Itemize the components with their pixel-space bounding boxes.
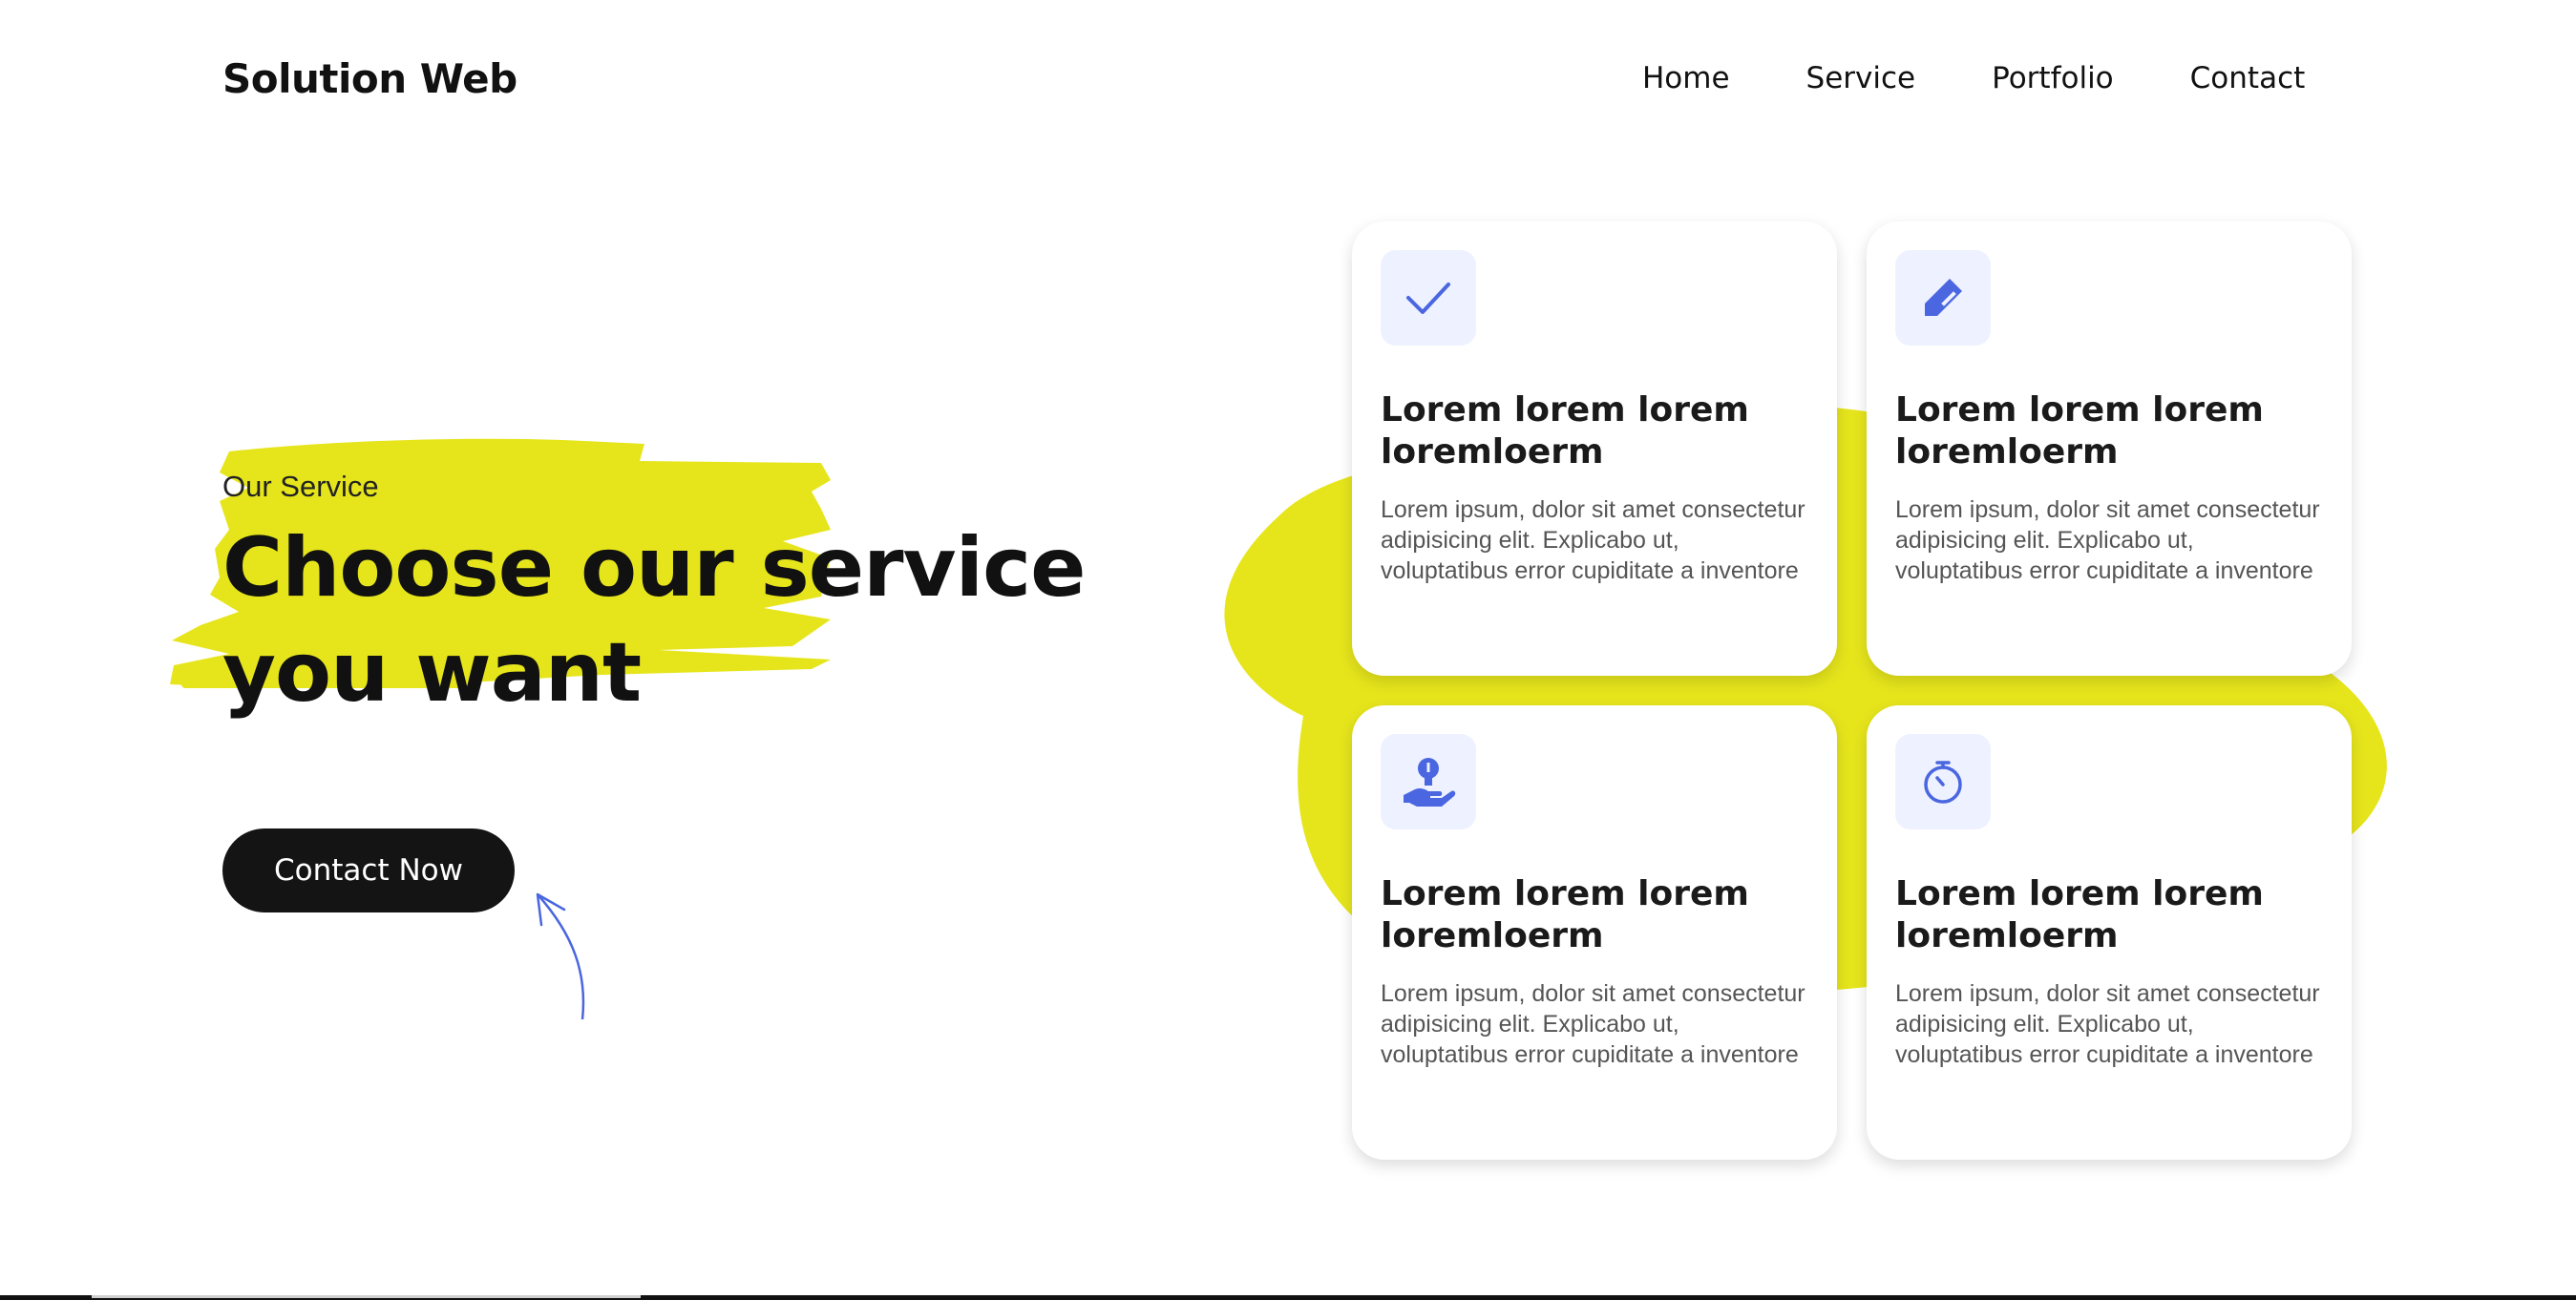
service-card-4[interactable]: Lorem lorem lorem loremloerm Lorem ipsum,… (1867, 705, 2352, 1160)
service-card-1[interactable]: Lorem lorem lorem loremloerm Lorem ipsum,… (1352, 221, 1837, 676)
card-icon-container (1895, 250, 1991, 346)
card-description: Lorem ipsum, dolor sit amet consectetur … (1381, 980, 1805, 1068)
card-description: Lorem ipsum, dolor sit amet consectetur … (1895, 980, 2320, 1068)
headline-line-1: Choose our service (222, 520, 1086, 616)
pencil-icon (1925, 279, 1962, 316)
hero-headline: Choose our service you want (222, 515, 1086, 725)
stopwatch-icon (1924, 761, 1962, 804)
service-card-2[interactable]: Lorem lorem lorem loremloerm Lorem ipsum,… (1867, 221, 2352, 676)
service-card-3[interactable]: Lorem lorem lorem loremloerm Lorem ipsum,… (1352, 705, 1837, 1160)
card-title: Lorem lorem lorem loremloerm (1895, 390, 2264, 472)
nav-home[interactable]: Home (1642, 61, 1730, 95)
section-eyebrow: Our Service (222, 470, 379, 503)
headline-line-2: you want (222, 625, 642, 721)
card-icon-container (1895, 734, 1991, 829)
nav-service[interactable]: Service (1806, 61, 1916, 95)
scrollbar-thumb[interactable] (92, 1295, 641, 1298)
checkmark-icon (1406, 283, 1450, 314)
card-title: Lorem lorem lorem loremloerm (1381, 874, 1749, 955)
card-title: Lorem lorem lorem loremloerm (1381, 390, 1749, 472)
contact-now-button[interactable]: Contact Now (222, 828, 515, 912)
horizontal-scrollbar[interactable] (0, 1295, 2576, 1300)
card-icon-container (1381, 734, 1476, 829)
main-nav: Home Service Portfolio Contact (1642, 61, 2305, 95)
card-icon-container (1381, 250, 1476, 346)
card-title: Lorem lorem lorem loremloerm (1895, 874, 2264, 955)
curved-arrow-icon (536, 892, 585, 1020)
idea-hand-icon (1404, 758, 1456, 807)
card-description: Lorem ipsum, dolor sit amet consectetur … (1381, 496, 1805, 584)
nav-portfolio[interactable]: Portfolio (1992, 61, 2114, 95)
card-description: Lorem ipsum, dolor sit amet consectetur … (1895, 496, 2320, 584)
nav-contact[interactable]: Contact (2190, 61, 2306, 95)
brand-logo[interactable]: Solution Web (222, 55, 517, 102)
